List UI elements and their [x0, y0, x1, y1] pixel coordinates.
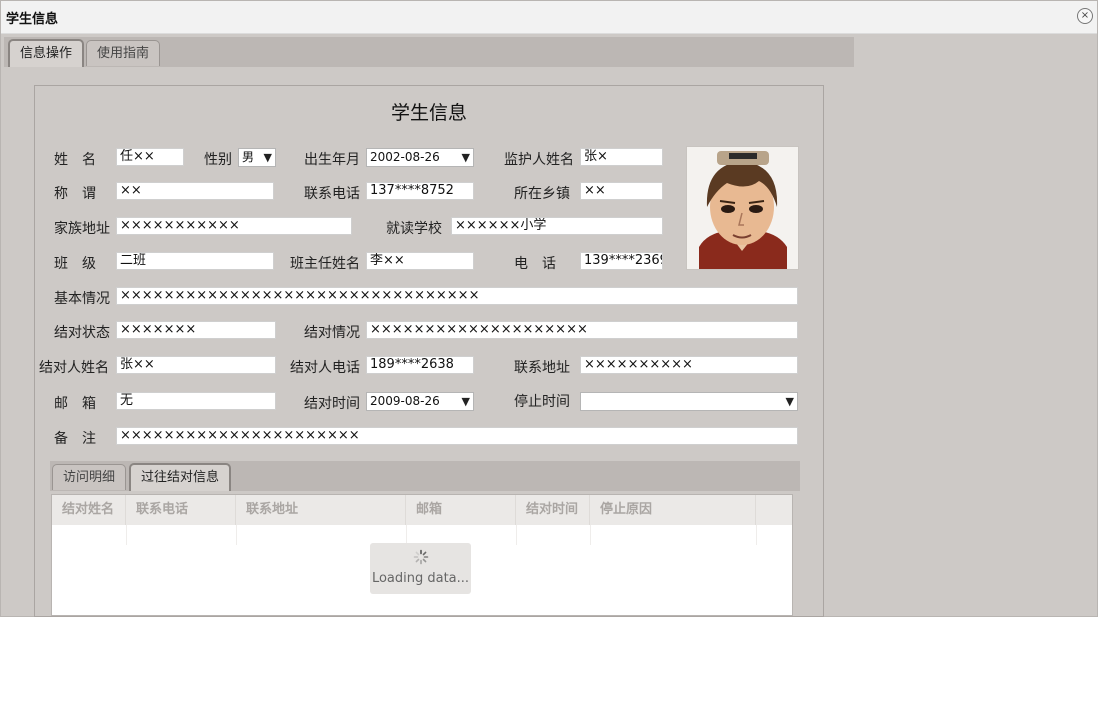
pair-phone-field[interactable]: 189****2638 — [366, 356, 474, 374]
tab-label: 使用指南 — [97, 46, 150, 61]
guardian-label: 监护人姓名 — [504, 152, 574, 168]
contact-address-label: 联系地址 — [514, 360, 570, 376]
pair-status-field[interactable]: ××××××× — [116, 321, 276, 339]
email-field[interactable]: 无 — [116, 392, 276, 410]
guardian-field[interactable]: 张× — [580, 148, 663, 166]
student-photo — [686, 146, 799, 270]
email-label: 邮 箱 — [54, 396, 96, 412]
birth-label: 出生年月 — [304, 152, 360, 168]
column-header[interactable]: 联系电话 — [126, 495, 236, 525]
basic-info-field[interactable]: ××××××××××××××××××××××××××××××××× — [116, 287, 798, 305]
close-icon[interactable]: × — [1077, 8, 1093, 24]
tel-field[interactable]: 139****2369 — [580, 252, 663, 270]
column-header[interactable]: 结对时间 — [516, 495, 590, 525]
pair-time-select[interactable]: 2009-08-26 ▼ — [366, 392, 474, 411]
chevron-down-icon: ▼ — [263, 151, 272, 164]
spinner-icon — [413, 549, 429, 565]
address-field[interactable]: ××××××××××× — [116, 217, 352, 235]
chevron-down-icon: ▼ — [461, 395, 470, 408]
tab-past-pairing-info[interactable]: 过往结对信息 — [129, 463, 232, 491]
chevron-down-icon: ▼ — [461, 151, 470, 164]
address-label: 家族地址 — [54, 221, 110, 237]
grid-header: 结对姓名 联系电话 联系地址 邮箱 结对时间 停止原因 — [52, 495, 792, 525]
class-label: 班 级 — [54, 256, 96, 272]
stop-time-select[interactable]: ▼ — [580, 392, 798, 411]
window-title: 学生信息 — [6, 12, 59, 27]
column-divider — [406, 525, 407, 545]
pair-name-label: 结对人姓名 — [39, 360, 109, 376]
birth-date-select[interactable]: 2002-08-26 ▼ — [366, 148, 474, 167]
tab-label: 信息操作 — [20, 46, 73, 61]
title-field[interactable]: ×× — [116, 182, 274, 200]
tab-visit-details[interactable]: 访问明细 — [52, 464, 127, 490]
contact-address-field[interactable]: ×××××××××× — [580, 356, 798, 374]
tab-user-guide[interactable]: 使用指南 — [86, 40, 161, 66]
pair-time-label: 结对时间 — [304, 396, 360, 412]
main-tab-bar: 信息操作 使用指南 — [4, 37, 854, 67]
column-divider — [516, 525, 517, 545]
town-field[interactable]: ×× — [580, 182, 663, 200]
remark-field[interactable]: ×××××××××××××××××××××× — [116, 427, 798, 445]
name-field[interactable]: 任×× — [116, 148, 184, 166]
phone-label: 联系电话 — [304, 186, 360, 202]
pair-status-label: 结对状态 — [54, 325, 110, 341]
column-header[interactable]: 停止原因 — [590, 495, 756, 525]
title-label: 称 谓 — [54, 186, 96, 202]
column-divider — [236, 525, 237, 545]
pair-info-field[interactable]: ×××××××××××××××××××× — [366, 321, 798, 339]
loading-text: Loading data... — [371, 571, 470, 586]
gender-value: 男 — [242, 150, 255, 164]
pair-phone-label: 结对人电话 — [290, 360, 360, 376]
teacher-field[interactable]: 李×× — [366, 252, 474, 270]
tab-label: 访问明细 — [63, 470, 116, 485]
tab-label: 过往结对信息 — [141, 470, 220, 485]
chevron-down-icon: ▼ — [785, 395, 794, 408]
birth-date-value: 2002-08-26 — [370, 150, 440, 164]
name-label: 姓 名 — [54, 152, 96, 168]
pair-time-value: 2009-08-26 — [370, 394, 440, 408]
stop-time-label: 停止时间 — [514, 394, 570, 410]
teacher-label: 班主任姓名 — [290, 256, 360, 272]
column-divider — [756, 525, 757, 545]
class-field[interactable]: 二班 — [116, 252, 274, 270]
column-header[interactable]: 结对姓名 — [52, 495, 126, 525]
column-header[interactable]: 联系地址 — [236, 495, 406, 525]
basic-info-label: 基本情况 — [54, 291, 110, 307]
gender-label: 性别 — [204, 152, 232, 168]
column-header[interactable]: 邮箱 — [406, 495, 516, 525]
avatar-icon — [687, 147, 798, 269]
town-label: 所在乡镇 — [514, 186, 570, 202]
column-divider — [590, 525, 591, 545]
pair-info-label: 结对情况 — [304, 325, 360, 341]
school-field[interactable]: ××××××小学 — [451, 217, 663, 235]
title-bar: 学生信息 × — [1, 1, 1097, 34]
form-title: 学生信息 — [390, 102, 467, 124]
loading-mask: Loading data... — [370, 543, 471, 594]
school-label: 就读学校 — [386, 221, 442, 237]
phone-field[interactable]: 137****8752 — [366, 182, 474, 200]
gender-select[interactable]: 男 ▼ — [238, 148, 276, 167]
pair-name-field[interactable]: 张×× — [116, 356, 276, 374]
tel-label: 电 话 — [514, 256, 556, 272]
tab-info-operation[interactable]: 信息操作 — [8, 39, 85, 67]
detail-tab-bar: 访问明细 过往结对信息 — [50, 461, 800, 491]
remark-label: 备 注 — [54, 431, 96, 447]
column-divider — [126, 525, 127, 545]
